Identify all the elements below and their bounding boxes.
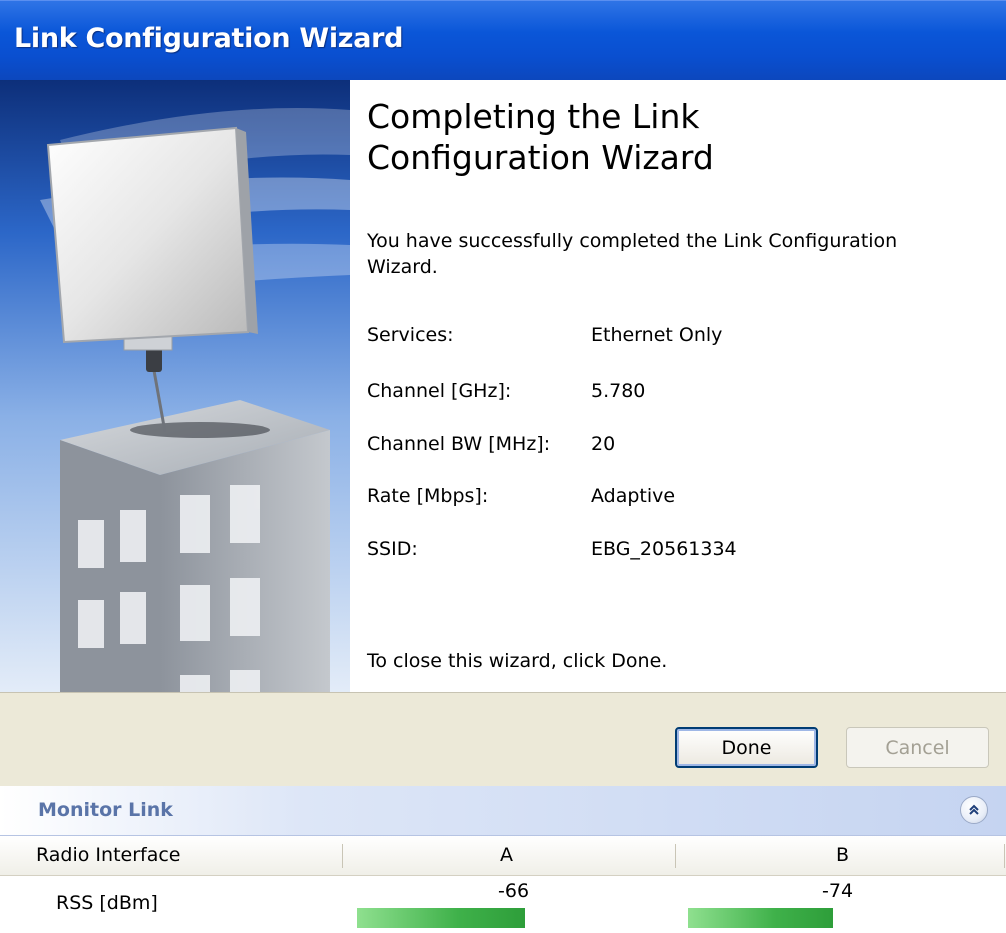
button-bar: Done Cancel — [0, 692, 1006, 786]
monitor-link-table: Radio Interface A B RSS [dBm] -66 -74 — [0, 836, 1006, 933]
table-header: Radio Interface A B — [0, 836, 1006, 876]
cancel-button[interactable]: Cancel — [846, 727, 989, 768]
wizard-side-image — [0, 80, 350, 692]
summary-value: 20 — [591, 433, 616, 455]
monitor-link-title: Monitor Link — [38, 799, 173, 821]
summary-label: SSID: — [367, 538, 418, 560]
column-header-radio-interface: Radio Interface — [36, 844, 181, 866]
page-title-line1: Completing the Link — [367, 97, 700, 136]
summary-label: Rate [Mbps]: — [367, 485, 489, 507]
intro-text: You have successfully completed the Link… — [367, 230, 898, 278]
rss-bar-b — [688, 908, 833, 928]
page-title: Completing the Link Configuration Wizard — [367, 96, 967, 178]
summary-value: Adaptive — [591, 485, 676, 507]
column-divider[interactable] — [1004, 844, 1005, 868]
column-header-b: B — [836, 844, 850, 866]
monitor-link-header[interactable]: Monitor Link — [0, 786, 1006, 836]
rss-bar-a — [357, 908, 525, 928]
column-divider[interactable] — [342, 844, 343, 868]
summary-value: 5.780 — [591, 380, 646, 402]
page-title-line2: Configuration Wizard — [367, 138, 714, 177]
summary-label: Channel [GHz]: — [367, 380, 512, 402]
column-header-a: A — [500, 844, 513, 866]
antenna-building-illustration — [0, 80, 350, 692]
column-divider[interactable] — [675, 844, 676, 868]
summary-label: Services: — [367, 324, 454, 346]
rss-value-a: -66 — [498, 880, 530, 902]
closing-text: To close this wizard, click Done. — [367, 650, 668, 672]
summary-value: EBG_20561334 — [591, 538, 737, 560]
window-title: Link Configuration Wizard — [14, 23, 404, 54]
title-bar[interactable]: Link Configuration Wizard — [0, 0, 1006, 80]
wizard-content: Completing the Link Configuration Wizard… — [350, 80, 1006, 692]
rss-row-label: RSS [dBm] — [56, 892, 158, 914]
summary-label: Channel BW [MHz]: — [367, 433, 551, 455]
double-chevron-up-icon[interactable] — [960, 796, 988, 824]
summary-value: Ethernet Only — [591, 324, 723, 346]
rss-value-b: -74 — [822, 880, 854, 902]
done-button[interactable]: Done — [675, 727, 818, 768]
